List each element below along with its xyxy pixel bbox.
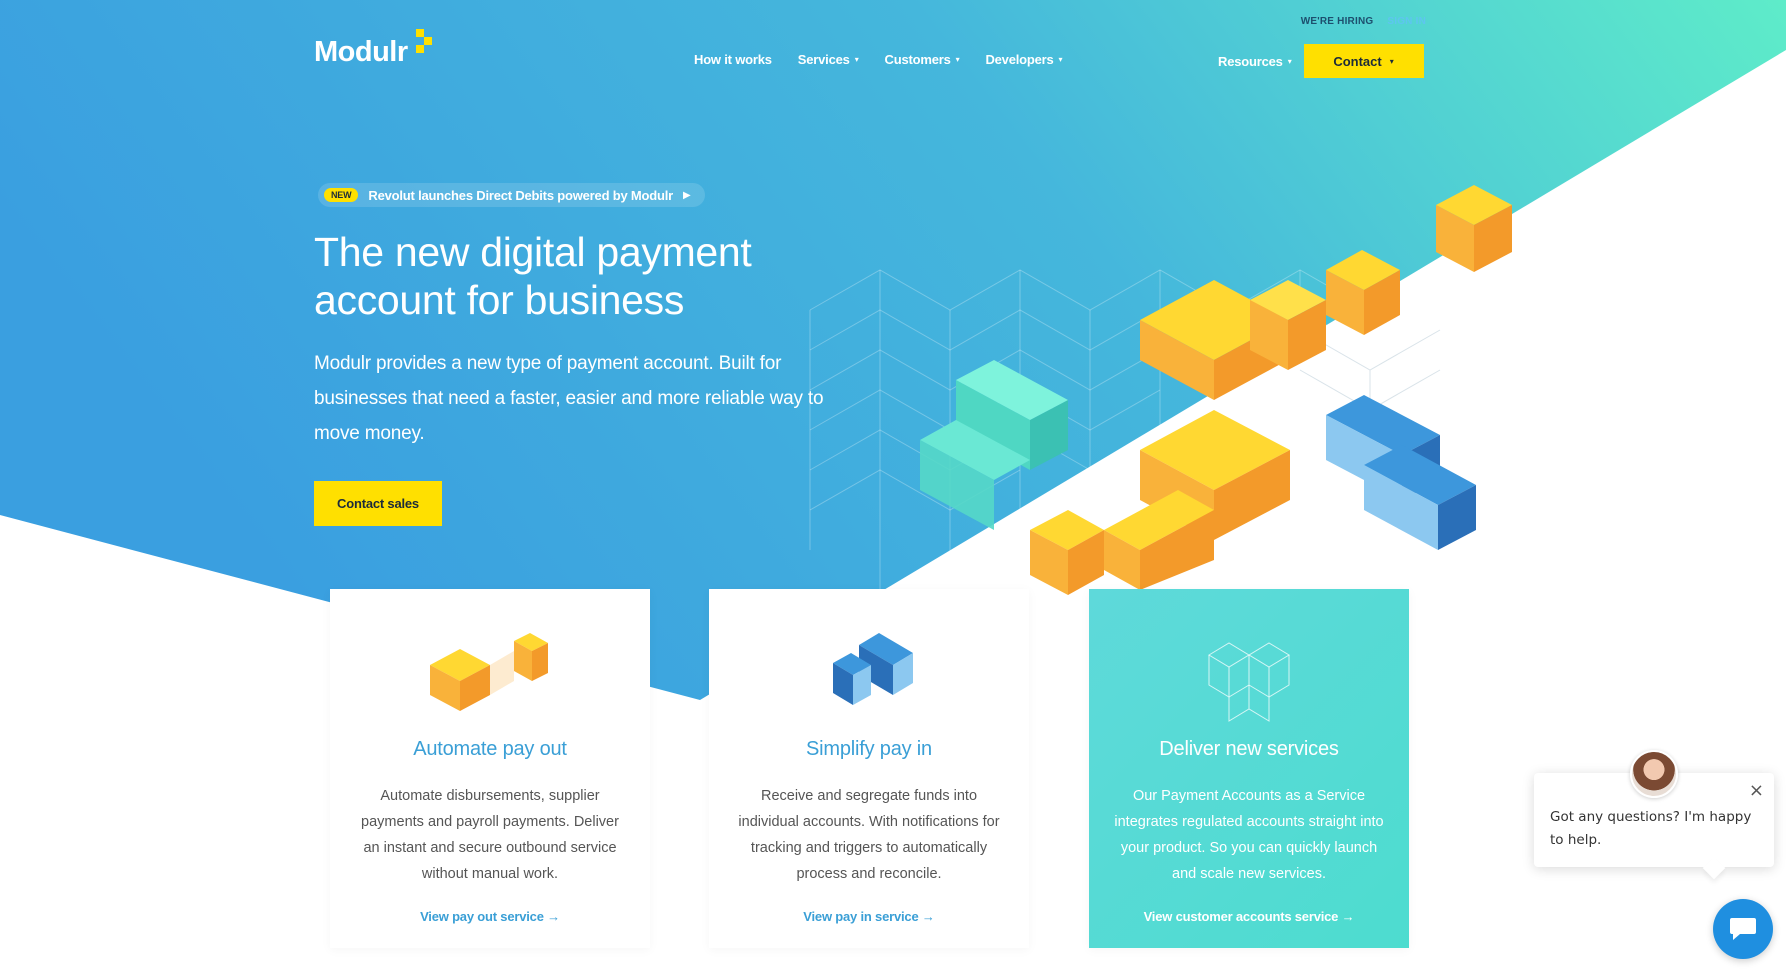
avatar bbox=[1630, 750, 1678, 798]
chevron-down-icon: ▾ bbox=[1389, 56, 1394, 66]
close-icon[interactable]: × bbox=[1749, 779, 1764, 802]
nav-label: Resources bbox=[1218, 53, 1283, 69]
nav-right: Resources ▾ Contact ▾ bbox=[1218, 44, 1424, 78]
view-customer-accounts-link[interactable]: View customer accounts service → bbox=[1089, 909, 1409, 924]
nav-label: How it works bbox=[694, 52, 772, 67]
top-utility-links: WE'RE HIRING SIGN IN bbox=[1301, 16, 1426, 27]
chat-message: Got any questions? I'm happy to help. bbox=[1550, 809, 1752, 848]
nav-label: Customers bbox=[884, 52, 951, 67]
chevron-down-icon: ▾ bbox=[955, 55, 960, 64]
card-title: Automate pay out bbox=[413, 738, 567, 760]
chevron-down-icon: ▾ bbox=[854, 55, 859, 64]
nav-label: Services bbox=[797, 52, 850, 67]
card-new-services: Deliver new services Our Payment Account… bbox=[1089, 589, 1409, 948]
card-pay-in: Simplify pay in Receive and segregate fu… bbox=[709, 589, 1029, 948]
chat-icon bbox=[1730, 918, 1756, 940]
logo-text: Modulr bbox=[314, 36, 408, 68]
hiring-link[interactable]: WE'RE HIRING bbox=[1301, 16, 1374, 27]
chevron-down-icon: ▾ bbox=[1058, 55, 1063, 64]
nav-label: Developers bbox=[985, 52, 1054, 67]
view-pay-in-link[interactable]: View pay in service → bbox=[709, 909, 1029, 924]
card-title: Deliver new services bbox=[1159, 738, 1339, 760]
logo-mark-icon bbox=[410, 29, 432, 57]
announcement-text: Revolut launches Direct Debits powered b… bbox=[368, 187, 674, 203]
nav-customers[interactable]: Customers ▾ bbox=[885, 52, 960, 67]
chat-launcher-button[interactable] bbox=[1713, 899, 1773, 959]
chevron-right-icon: ▶ bbox=[683, 189, 691, 201]
modulr-logo[interactable]: Modulr bbox=[314, 29, 432, 68]
announcement-banner[interactable]: NEW Revolut launches Direct Debits power… bbox=[318, 183, 705, 207]
contact-sales-button[interactable]: Contact sales bbox=[314, 481, 442, 526]
nav-services[interactable]: Services ▾ bbox=[798, 52, 859, 67]
hero-title: The new digital payment account for busi… bbox=[314, 229, 752, 323]
nav-developers[interactable]: Developers ▾ bbox=[985, 52, 1062, 67]
contact-label: Contact bbox=[1333, 53, 1382, 69]
nav-resources[interactable]: Resources ▾ bbox=[1218, 54, 1292, 69]
card-text: Our Payment Accounts as a Service integr… bbox=[1114, 788, 1384, 882]
card-title: Simplify pay in bbox=[806, 738, 932, 760]
wireframe-cubes-icon bbox=[1208, 642, 1290, 722]
blue-blocks-icon bbox=[833, 633, 913, 705]
hero-subtitle: Modulr provides a new type of payment ac… bbox=[314, 353, 824, 444]
contact-button[interactable]: Contact ▾ bbox=[1303, 44, 1424, 78]
main-nav: How it works Services ▾ Customers ▾ Develo… bbox=[694, 52, 1063, 67]
new-badge: NEW bbox=[324, 188, 359, 202]
view-pay-out-link[interactable]: View pay out service → bbox=[330, 909, 650, 924]
card-text: Receive and segregate funds into individ… bbox=[738, 788, 1000, 882]
yellow-blocks-icon bbox=[430, 633, 548, 711]
chevron-down-icon: ▾ bbox=[1287, 56, 1292, 66]
sign-in-link[interactable]: SIGN IN bbox=[1387, 16, 1426, 27]
card-text: Automate disbursements, supplier payment… bbox=[361, 788, 619, 882]
card-pay-out: Automate pay out Automate disbursements,… bbox=[330, 589, 650, 948]
nav-how-it-works[interactable]: How it works bbox=[694, 52, 772, 67]
